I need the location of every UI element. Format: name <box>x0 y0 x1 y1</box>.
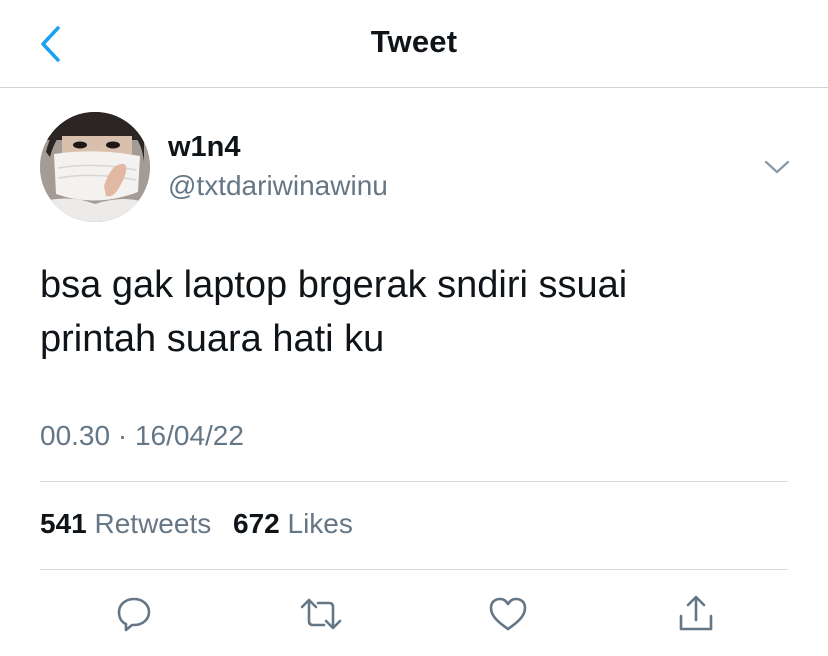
heart-icon <box>489 597 527 631</box>
chevron-down-icon <box>764 160 790 174</box>
retweets-count: 541 <box>40 508 87 539</box>
likes-label: Likes <box>287 508 353 539</box>
reply-button[interactable] <box>112 592 156 636</box>
tweet-timestamp: 00.30 · 16/04/22 <box>40 420 244 451</box>
retweets-stat[interactable]: 541 Retweets <box>40 508 211 540</box>
more-options-button[interactable] <box>760 150 794 184</box>
divider <box>40 569 788 570</box>
likes-count: 672 <box>233 508 280 539</box>
tweet-text: bsa gak laptop brgerak sndiri ssuai prin… <box>40 258 800 366</box>
avatar-photo <box>40 112 150 222</box>
author-display-name[interactable]: w1n4 <box>168 131 241 164</box>
tweet-stats: 541 Retweets 672 Likes <box>40 508 353 540</box>
page-title: Tweet <box>370 24 458 59</box>
share-button[interactable] <box>674 592 718 636</box>
divider <box>40 481 788 482</box>
tweet-text-line: bsa gak laptop brgerak sndiri ssuai <box>40 264 628 306</box>
share-icon <box>679 595 713 631</box>
like-button[interactable] <box>486 592 530 636</box>
tweet-detail-screen: Tweet w1n4 @txtdariwinawinu bsa gak lapt… <box>0 0 828 656</box>
retweet-button[interactable] <box>299 592 343 636</box>
navigation-header: Tweet <box>0 0 828 88</box>
author-handle[interactable]: @txtdariwinawinu <box>168 170 388 202</box>
tweet-text-line: printah suara hati ku <box>40 318 385 360</box>
likes-stat[interactable]: 672 Likes <box>233 508 353 540</box>
avatar[interactable] <box>40 112 150 222</box>
retweets-label: Retweets <box>94 508 212 539</box>
reply-icon <box>117 597 151 632</box>
retweet-icon <box>300 598 342 630</box>
